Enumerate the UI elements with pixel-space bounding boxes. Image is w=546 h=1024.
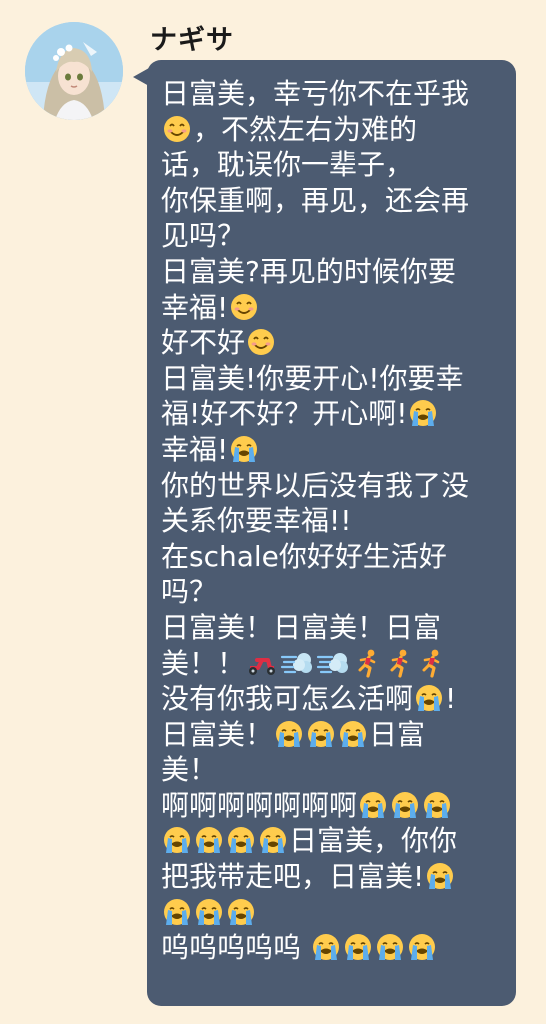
message-line: 在schale你好好生活好 (161, 539, 504, 575)
loudly-crying-face-icon (226, 825, 256, 855)
message-line: 幸福! (161, 432, 504, 468)
message-text: 日富美，幸亏你不在乎我 (161, 77, 470, 110)
message-text: 幸福! (161, 432, 229, 466)
message-line: 呜呜呜呜呜 (161, 930, 504, 966)
message-bubble[interactable]: 日富美，幸亏你不在乎我 ，不然左右为难的 话，耽误你一辈子， 你保重啊，再见，还会再见… (147, 60, 516, 1006)
message-line: 福!好不好？开心啊! (161, 396, 504, 432)
message-text: ! (445, 682, 457, 716)
message-line: 美！ (161, 752, 504, 788)
loudly-crying-face-icon (407, 932, 437, 962)
message-text: 话，耽误你一辈子， (161, 148, 414, 182)
message-line: 幸福! (161, 290, 504, 326)
message-line: 见吗？ (161, 218, 504, 254)
message-line: 没有你我可怎么活啊! (161, 681, 504, 717)
message-text: 见吗？ (161, 219, 246, 253)
loudly-crying-face-icon (194, 825, 224, 855)
message-line: ，不然左右为难的 (161, 112, 504, 148)
message-line: 日富美！日富美！日富 (161, 610, 504, 646)
dash-icon (316, 648, 350, 678)
loudly-crying-face-icon (375, 932, 405, 962)
loudly-crying-face-icon (311, 932, 341, 962)
message-line: 日富美?再见的时候你要 (161, 254, 504, 290)
loudly-crying-face-icon (229, 434, 259, 464)
message-text: 日富美！ (161, 717, 274, 751)
message-text: 在schale你好好生活好 (161, 539, 447, 573)
message-text: 幸福! (161, 290, 229, 324)
motor-scooter-icon (246, 648, 278, 678)
message-text: 日富美?再见的时候你要 (161, 254, 456, 288)
loudly-crying-face-icon (194, 897, 224, 927)
message-line: 关系你要幸福!! (161, 503, 504, 539)
message-text: 好不好 (161, 326, 246, 360)
message-text: 日富美!你要开心!你要幸 (161, 361, 464, 395)
running-person-icon (384, 648, 414, 678)
message-line (161, 895, 504, 931)
message-text: 吗？ (161, 575, 218, 609)
loudly-crying-face-icon (425, 861, 455, 891)
message-text: 呜呜呜呜呜 (161, 931, 310, 965)
message-text: 日富 (369, 717, 426, 751)
loudly-crying-face-icon (306, 719, 336, 749)
message-line: 你的世界以后没有我了没 (161, 468, 504, 504)
loudly-crying-face-icon (414, 683, 444, 713)
message-line: 美！！ (161, 646, 504, 682)
message-text: 把我带走吧，日富美! (161, 860, 425, 894)
message-line: 日富美！ 日富 (161, 717, 504, 753)
loudly-crying-face-icon (162, 897, 192, 927)
loudly-crying-face-icon (258, 825, 288, 855)
message-text: 没有你我可怎么活啊 (161, 682, 414, 716)
message-text: 你的世界以后没有我了没 (161, 468, 470, 502)
message-text: 日富美！日富美！日富 (161, 610, 442, 644)
loudly-crying-face-icon (274, 719, 304, 749)
loudly-crying-face-icon (408, 398, 438, 428)
smiling-face-icon (229, 292, 259, 322)
loudly-crying-face-icon (358, 790, 388, 820)
loudly-crying-face-icon (422, 790, 452, 820)
smiling-face-icon (162, 114, 192, 144)
avatar[interactable] (25, 22, 123, 120)
message-text: 关系你要幸福!! (161, 504, 352, 538)
loudly-crying-face-icon (162, 825, 192, 855)
message-line: 日富美，幸亏你不在乎我 (161, 76, 504, 112)
smiling-face-icon (246, 327, 276, 357)
sender-name: ナギサ (150, 25, 234, 56)
message-text: ，不然左右为难的 (193, 112, 418, 146)
message-line: 啊啊啊啊啊啊啊 (161, 788, 504, 824)
running-person-icon (416, 648, 446, 678)
running-person-icon (352, 648, 382, 678)
message-text: 日富美，你你 (289, 824, 458, 858)
message-text: 你保重啊，再见，还会再 (161, 183, 470, 217)
loudly-crying-face-icon (338, 719, 368, 749)
dash-icon (280, 648, 314, 678)
message-line: 日富美!你要开心!你要幸 (161, 361, 504, 397)
loudly-crying-face-icon (390, 790, 420, 820)
message-line: 你保重啊，再见，还会再 (161, 183, 504, 219)
message-line: 日富美，你你 (161, 823, 504, 859)
loudly-crying-face-icon (226, 897, 256, 927)
character-avatar-icon (25, 22, 123, 120)
message-text: 美！ (161, 753, 218, 787)
message-line: 吗？ (161, 574, 504, 610)
message-text: 美！！ (161, 646, 246, 680)
message-line: 好不好 (161, 325, 504, 361)
message-text: 福!好不好？开心啊! (161, 397, 408, 431)
message-line: 话，耽误你一辈子， (161, 147, 504, 183)
loudly-crying-face-icon (343, 932, 373, 962)
message-text: 啊啊啊啊啊啊啊 (161, 788, 358, 822)
message-line: 把我带走吧，日富美! (161, 859, 504, 895)
